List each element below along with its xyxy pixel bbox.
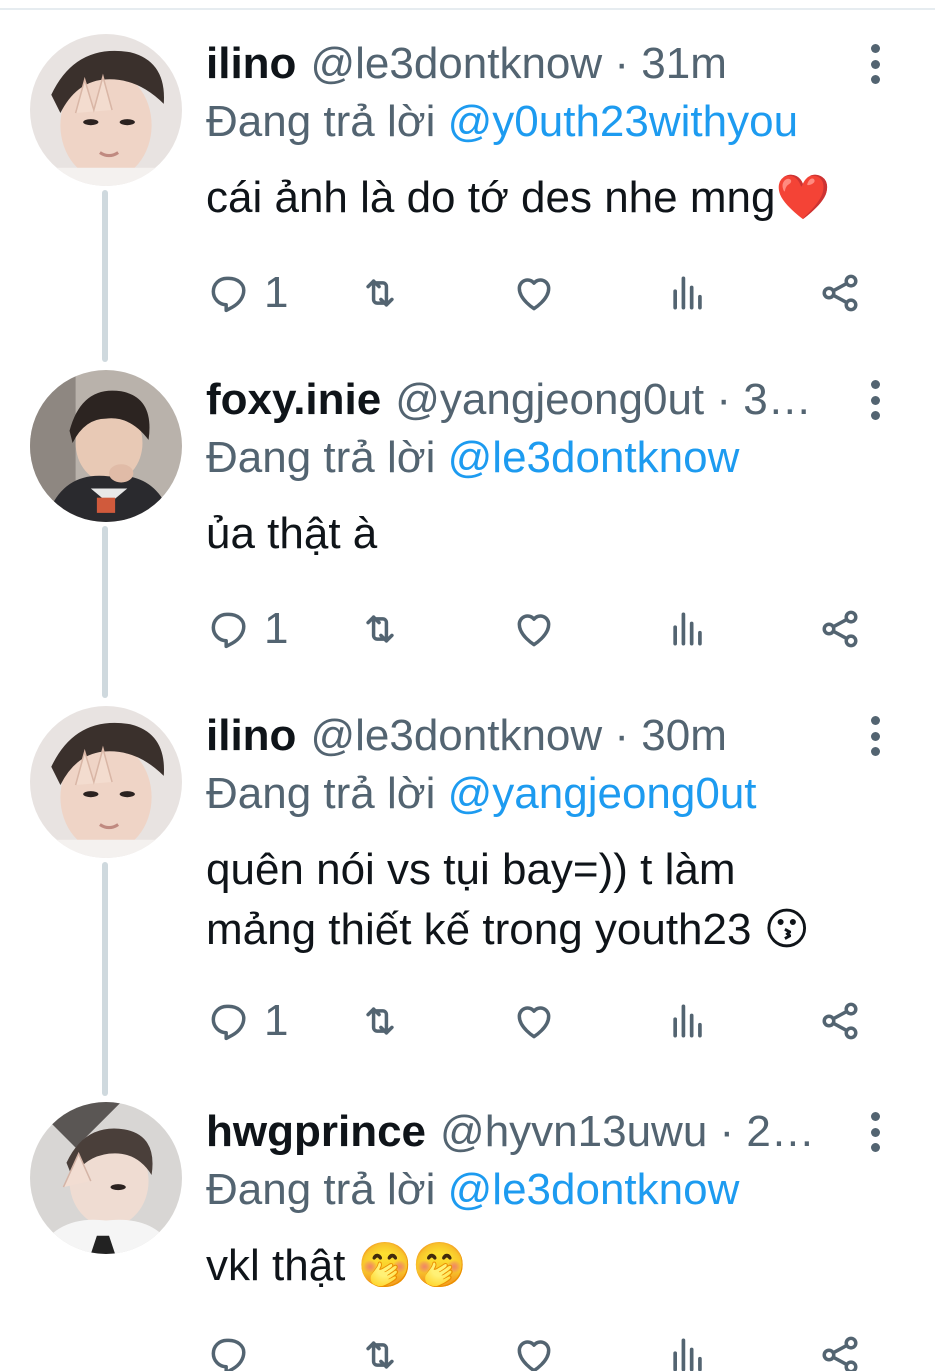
share-icon xyxy=(818,999,862,1043)
tweet-header: hwgprince @hyvn13uwu · 2… xyxy=(206,1104,846,1160)
like-button[interactable] xyxy=(512,1330,556,1371)
like-button[interactable] xyxy=(512,996,556,1046)
reply-context: Đang trả lời @le3dontknow xyxy=(206,1162,739,1218)
views-icon xyxy=(666,607,710,651)
handle-time[interactable]: @le3dontknow · 30m xyxy=(310,708,726,764)
reply-icon xyxy=(206,999,250,1043)
more-icon[interactable] xyxy=(866,1112,884,1152)
more-icon[interactable] xyxy=(866,44,884,84)
avatar[interactable] xyxy=(30,34,182,186)
like-icon xyxy=(512,607,556,651)
tweet-text: quên nói vs tụi bay=)) t làm mảng thiết … xyxy=(206,842,896,958)
more-icon[interactable] xyxy=(866,380,884,420)
tweet-text-content: cái ảnh là do tớ des nhe mng xyxy=(206,173,776,222)
views-icon xyxy=(666,271,710,315)
tweet-header: foxy.inie @yangjeong0ut · 3… xyxy=(206,372,846,428)
retweet-icon xyxy=(358,1333,402,1371)
like-icon xyxy=(512,271,556,315)
more-icon[interactable] xyxy=(866,716,884,756)
thread-line xyxy=(102,190,108,362)
tweet-text-line: mảng thiết kế trong youth23 xyxy=(206,905,752,954)
retweet-button[interactable] xyxy=(358,1330,402,1371)
reply-prefix: Đang trả lời xyxy=(206,769,436,818)
tweet-text: cái ảnh là do tớ des nhe mng❤️ xyxy=(206,170,896,226)
hwgprince-avatar-image xyxy=(30,1102,182,1254)
reply-prefix: Đang trả lời xyxy=(206,1165,436,1214)
tweet-text-content: vkl thật xyxy=(206,1241,346,1290)
reply-count: 1 xyxy=(264,604,289,653)
views-button[interactable] xyxy=(666,1330,710,1371)
retweet-button[interactable] xyxy=(358,604,402,654)
reply-handle-link[interactable]: @le3dontknow xyxy=(448,433,740,482)
reply-prefix: Đang trả lời xyxy=(206,433,436,482)
views-icon xyxy=(666,999,710,1043)
action-bar: 1 xyxy=(206,268,886,318)
like-button[interactable] xyxy=(512,604,556,654)
like-button[interactable] xyxy=(512,268,556,318)
reply-icon xyxy=(206,1333,250,1371)
share-icon xyxy=(818,607,862,651)
kissing-emoji: 😗 xyxy=(763,904,810,955)
action-bar: 1 xyxy=(206,996,886,1046)
thread-line xyxy=(102,862,108,1096)
tweet-header: ilino @le3dontknow · 31m xyxy=(206,36,846,92)
foxy-avatar-image xyxy=(30,370,182,522)
tweet-header: ilino @le3dontknow · 30m xyxy=(206,708,846,764)
tweet-text-content: ủa thật à xyxy=(206,509,378,558)
views-button[interactable] xyxy=(666,996,710,1046)
share-icon xyxy=(818,1333,862,1371)
reply-context: Đang trả lời @le3dontknow xyxy=(206,430,739,486)
like-icon xyxy=(512,999,556,1043)
share-button[interactable] xyxy=(818,996,862,1046)
reply-context: Đang trả lời @yangjeong0ut xyxy=(206,766,757,822)
display-name[interactable]: hwgprince xyxy=(206,1104,426,1160)
handle-time[interactable]: @le3dontknow · 31m xyxy=(310,36,726,92)
retweet-icon xyxy=(358,999,402,1043)
reply-button[interactable] xyxy=(206,1330,250,1371)
thread-line xyxy=(102,526,108,698)
reply-button[interactable]: 1 xyxy=(206,996,288,1046)
heart-emoji: ❤️ xyxy=(775,172,831,223)
action-bar xyxy=(206,1330,886,1371)
top-divider xyxy=(0,8,935,10)
reply-handle-link[interactable]: @y0uth23withyou xyxy=(448,97,798,146)
reply-icon xyxy=(206,271,250,315)
reply-count: 1 xyxy=(264,996,289,1045)
avatar[interactable] xyxy=(30,370,182,522)
tweet-text: vkl thật 🤭🤭 xyxy=(206,1238,896,1294)
reply-handle-link[interactable]: @le3dontknow xyxy=(448,1165,740,1214)
reply-button[interactable]: 1 xyxy=(206,268,288,318)
reply-icon xyxy=(206,607,250,651)
share-button[interactable] xyxy=(818,268,862,318)
handle-time[interactable]: @yangjeong0ut · 3… xyxy=(395,372,811,428)
display-name[interactable]: ilino xyxy=(206,36,296,92)
avatar[interactable] xyxy=(30,1102,182,1254)
retweet-icon xyxy=(358,271,402,315)
hand-over-mouth-emoji: 🤭🤭 xyxy=(357,1240,468,1291)
views-button[interactable] xyxy=(666,268,710,318)
share-icon xyxy=(818,271,862,315)
retweet-button[interactable] xyxy=(358,268,402,318)
retweet-button[interactable] xyxy=(358,996,402,1046)
reply-context: Đang trả lời @y0uth23withyou xyxy=(206,94,798,150)
tweet-text-line: quên nói vs tụi bay=)) t làm xyxy=(206,845,736,894)
reply-prefix: Đang trả lời xyxy=(206,97,436,146)
retweet-icon xyxy=(358,607,402,651)
reply-handle-link[interactable]: @yangjeong0ut xyxy=(448,769,757,818)
share-button[interactable] xyxy=(818,604,862,654)
reply-count: 1 xyxy=(264,268,289,317)
display-name[interactable]: ilino xyxy=(206,708,296,764)
reply-button[interactable]: 1 xyxy=(206,604,288,654)
display-name[interactable]: foxy.inie xyxy=(206,372,381,428)
avatar[interactable] xyxy=(30,706,182,858)
views-icon xyxy=(666,1333,710,1371)
ilino-avatar-image xyxy=(30,34,182,186)
share-button[interactable] xyxy=(818,1330,862,1371)
ilino-avatar-image xyxy=(30,706,182,858)
handle-time[interactable]: @hyvn13uwu · 2… xyxy=(440,1104,815,1160)
tweet-text: ủa thật à xyxy=(206,506,896,562)
like-icon xyxy=(512,1333,556,1371)
action-bar: 1 xyxy=(206,604,886,654)
views-button[interactable] xyxy=(666,604,710,654)
